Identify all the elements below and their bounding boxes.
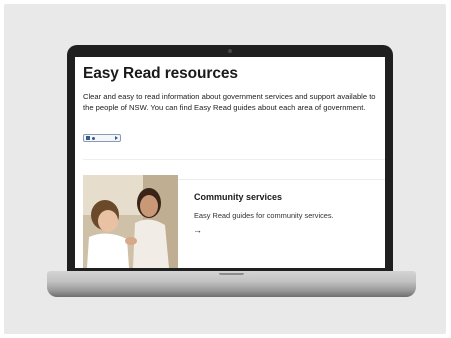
- browser-viewport: Easy Read resources Clear and easy to re…: [75, 57, 385, 268]
- stop-icon[interactable]: [86, 136, 90, 140]
- card-top-border: [178, 179, 385, 180]
- page-title: Easy Read resources: [83, 65, 238, 82]
- play-icon[interactable]: [115, 136, 118, 140]
- arrow-right-icon[interactable]: →: [193, 225, 202, 235]
- record-dot-icon: [92, 136, 95, 140]
- laptop-screen-frame: Easy Read resources Clear and easy to re…: [67, 45, 393, 273]
- card-title[interactable]: Community services: [194, 192, 282, 202]
- lid-notch: [219, 273, 244, 275]
- page-intro: Clear and easy to read information about…: [83, 92, 376, 112]
- laptop-base: [47, 271, 416, 297]
- webcam-icon: [228, 49, 232, 53]
- section-divider: [83, 159, 385, 160]
- audio-player-control[interactable]: [83, 134, 121, 142]
- card-description: Easy Read guides for community services.: [194, 211, 334, 220]
- card-image[interactable]: [83, 175, 178, 268]
